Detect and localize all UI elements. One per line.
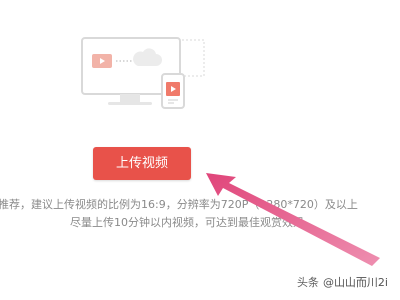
upload-video-button[interactable]: 上传视频 (93, 147, 191, 180)
toutiao-logo: 头条 (296, 276, 319, 289)
monitor-phone-illustration-icon (81, 37, 205, 109)
upload-page: 上传视频 推荐，建议上传视频的比例为16:9，分辨率为720P（1280*720… (0, 0, 400, 300)
watermark: 头条 @山山而川2i (297, 274, 388, 290)
watermark-handle: @山山而川2i (322, 276, 388, 289)
upload-tip-line1: 推荐，建议上传视频的比例为16:9，分辨率为720P（1280*720）及以上 (0, 198, 358, 211)
upload-tip-line2: 尽量上传10分钟以内视频，可达到最佳观赏效果 (70, 216, 304, 229)
